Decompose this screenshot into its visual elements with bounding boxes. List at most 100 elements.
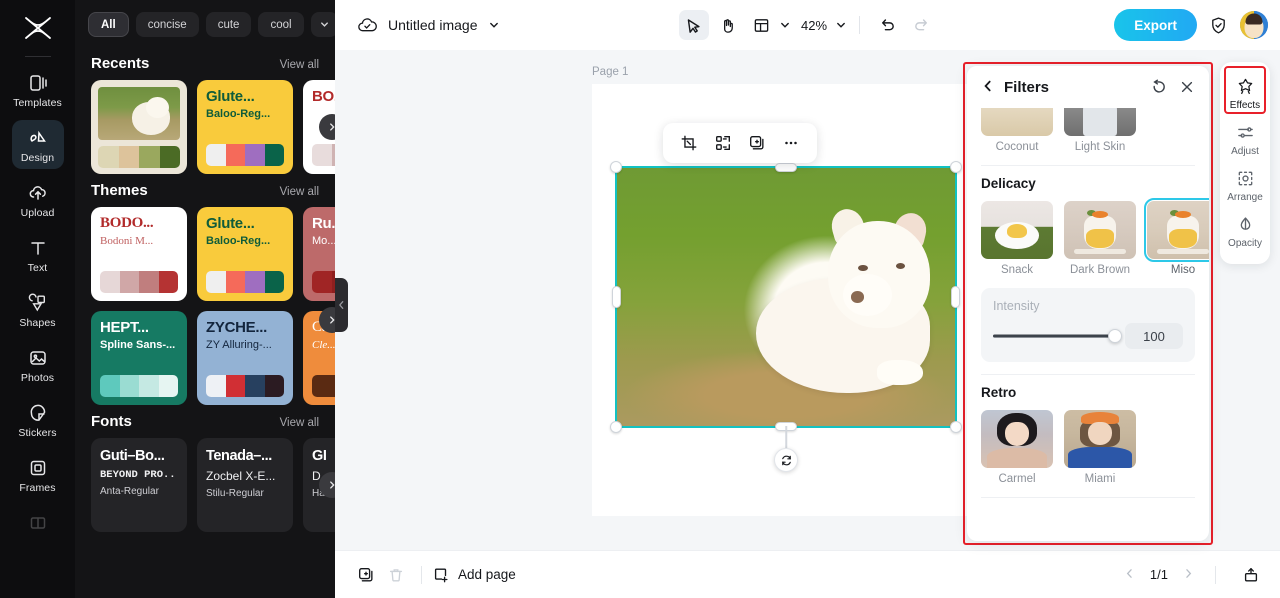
intensity-value[interactable]: 100 — [1125, 323, 1183, 349]
theme-card-ru[interactable]: Ru... Mo... — [303, 207, 335, 301]
chip-expand-button[interactable] — [310, 12, 335, 37]
effects-sparkle-icon — [1236, 77, 1255, 96]
recents-row: Glute... Baloo-Reg... BO... — [75, 80, 335, 174]
sidebar-item-design[interactable]: Design — [11, 120, 64, 169]
resize-handle-right[interactable] — [951, 286, 960, 308]
filters-partial-row: Coconut Light Skin — [981, 108, 1195, 153]
section-title-recents: Recents — [91, 55, 150, 72]
sidebar-item-stickers[interactable]: Stickers — [12, 395, 64, 444]
theme-card-zyche[interactable]: ZYCHE... ZY Alluring-... — [197, 311, 293, 405]
theme-card4-title: HEPT... — [100, 320, 149, 336]
recent-card-glute[interactable]: Glute... Baloo-Reg... — [197, 80, 293, 174]
filters-back-button[interactable] — [981, 79, 995, 96]
view-all-fonts[interactable]: View all — [280, 417, 319, 429]
filters-panel: Filters Coconut Light Skin Delicacy Snac… — [967, 66, 1209, 541]
filter-item-dark-brown[interactable]: Dark Brown — [1064, 201, 1136, 276]
font-card2-sample: Zocbel X-E... — [206, 469, 276, 483]
export-button[interactable]: Export — [1114, 9, 1197, 41]
layout-tool-button[interactable] — [747, 10, 777, 40]
duplicate-page-button[interactable] — [351, 560, 381, 590]
filters-body[interactable]: Coconut Light Skin Delicacy Snack Dark B… — [967, 108, 1209, 541]
chip-concise[interactable]: concise — [135, 12, 199, 37]
intensity-slider[interactable] — [993, 329, 1122, 343]
chip-cute[interactable]: cute — [205, 12, 252, 37]
resize-handle-tr[interactable] — [950, 161, 962, 173]
filters-panel-highlight: Filters Coconut Light Skin Delicacy Snac… — [963, 62, 1213, 545]
layout-caret-icon[interactable] — [779, 19, 791, 31]
theme-card-hept[interactable]: HEPT... Spline Sans-... — [91, 311, 187, 405]
bottom-right-group: 1/1 — [1123, 560, 1266, 590]
theme-card4-subtitle: Spline Sans-... — [100, 338, 176, 351]
remove-bg-button[interactable] — [709, 129, 737, 157]
crop-button[interactable] — [675, 129, 703, 157]
filter-item-carmel[interactable]: Carmel — [981, 410, 1053, 485]
theme-card-bodoni[interactable]: BODO... Bodoni M... — [91, 207, 187, 301]
redo-button[interactable] — [906, 10, 936, 40]
resize-handle-tl[interactable] — [610, 161, 622, 173]
selected-image[interactable] — [610, 161, 962, 472]
resize-handle-top[interactable] — [775, 163, 797, 172]
font-card-tenada[interactable]: Tenada–... Zocbel X-E... Stilu-Regular — [197, 438, 293, 532]
filter-thumb-carmel — [981, 410, 1053, 468]
tool-effects[interactable]: Effects — [1223, 70, 1267, 116]
panel-collapse-handle[interactable] — [335, 278, 348, 332]
chip-all[interactable]: All — [88, 12, 129, 37]
filter-item-miso[interactable]: Miso — [1144, 198, 1209, 276]
resize-handle-br[interactable] — [950, 421, 962, 433]
sidebar-item-text[interactable]: Text — [12, 230, 64, 279]
font-card-guti[interactable]: Guti–Bo... BEYOND PRO... Anta-Regular — [91, 438, 187, 532]
sidebar-item-shapes[interactable]: Shapes — [12, 285, 64, 334]
filter-item-miami[interactable]: Miami — [1064, 410, 1136, 485]
add-page-button[interactable]: Add page — [432, 566, 516, 584]
hand-tool-button[interactable] — [713, 10, 743, 40]
layout-grid-icon — [755, 18, 769, 32]
present-button[interactable] — [1236, 560, 1266, 590]
filter-item-coconut[interactable]: Coconut — [981, 108, 1053, 153]
filters-separator-3 — [981, 497, 1195, 498]
view-all-themes[interactable]: View all — [280, 186, 319, 198]
prev-page-button[interactable] — [1123, 567, 1136, 583]
tool-arrange[interactable]: Arrange — [1223, 162, 1267, 208]
theme-card2-title: Glute... — [206, 216, 255, 232]
chevron-down-icon[interactable] — [488, 19, 500, 31]
sidebar-item-templates[interactable]: Templates — [12, 65, 64, 114]
zoom-caret-icon[interactable] — [835, 19, 847, 31]
slider-knob[interactable] — [1108, 329, 1122, 343]
duplicate-button[interactable] — [743, 129, 771, 157]
resize-handle-bl[interactable] — [610, 421, 622, 433]
theme-card2-subtitle: Baloo-Reg... — [206, 234, 271, 247]
shield-check-icon[interactable] — [1209, 16, 1228, 35]
tool-adjust[interactable]: Adjust — [1223, 116, 1267, 162]
close-button[interactable] — [1179, 79, 1195, 95]
view-all-recents[interactable]: View all — [280, 59, 319, 71]
add-page-label: Add page — [458, 567, 516, 582]
sidebar-item-upload[interactable]: Upload — [12, 175, 64, 224]
select-tool-button[interactable] — [678, 10, 709, 40]
sidebar-item-photos[interactable]: Photos — [12, 340, 64, 389]
zoom-level[interactable]: 42% — [801, 18, 827, 33]
chevron-right-icon — [330, 481, 335, 489]
recent-card-photo[interactable] — [91, 80, 187, 174]
sidebar-item-more[interactable] — [12, 505, 64, 542]
filter-item-light-skin[interactable]: Light Skin — [1064, 108, 1136, 153]
filter-label-dark-brown: Dark Brown — [1069, 264, 1131, 276]
document-title-group[interactable]: Untitled image — [357, 17, 500, 34]
next-page-button[interactable] — [1182, 567, 1195, 583]
recent-photo-thumb — [98, 87, 180, 140]
more-button[interactable] — [777, 129, 805, 157]
filter-item-snack[interactable]: Snack — [981, 201, 1053, 276]
sidebar-item-frames[interactable]: Frames — [12, 450, 64, 499]
photos-icon — [27, 347, 49, 369]
resize-handle-left[interactable] — [612, 286, 621, 308]
capcut-logo[interactable] — [16, 8, 60, 48]
delete-page-button[interactable] — [381, 560, 411, 590]
tool-opacity[interactable]: Opacity — [1223, 208, 1267, 254]
theme-card3-subtitle: Mo... — [312, 234, 335, 247]
stickers-icon — [27, 402, 49, 424]
chip-cool[interactable]: cool — [258, 12, 304, 37]
user-avatar[interactable] — [1240, 11, 1268, 39]
reset-button[interactable] — [1151, 79, 1167, 95]
undo-button[interactable] — [872, 10, 902, 40]
theme-card-glute[interactable]: Glute... Baloo-Reg... — [197, 207, 293, 301]
rotate-handle[interactable] — [774, 448, 798, 472]
